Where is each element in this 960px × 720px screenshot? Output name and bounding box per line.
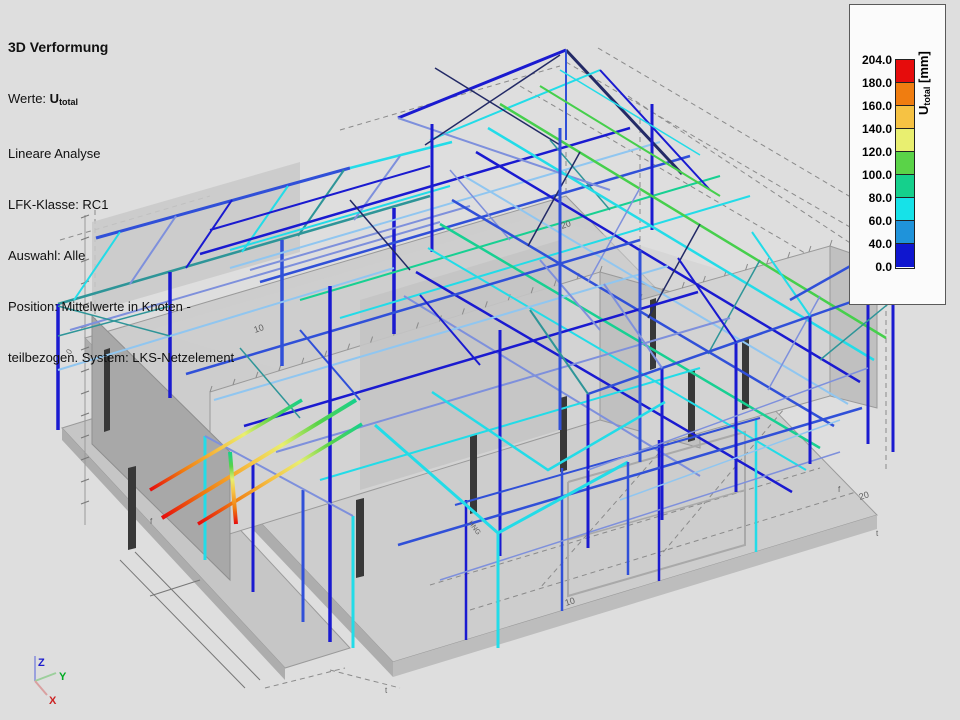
- svg-text:t: t: [876, 529, 879, 538]
- legend-tick: 160.0: [852, 99, 892, 113]
- color-scale-legend: Utotal [mm] 204.0 180.0 160.0 140.0 120.0 100…: [849, 4, 946, 305]
- legend-tick: 120.0: [852, 145, 892, 159]
- legend-tick: 140.0: [852, 122, 892, 136]
- legend-tick: 100.0: [852, 168, 892, 182]
- legend-tick: 0.0: [852, 260, 892, 274]
- result-selection-line: Auswahl: Alle: [8, 247, 234, 264]
- orientation-axes: Z YX: [35, 656, 67, 707]
- legend-color-cell: [896, 198, 914, 221]
- legend-color-cell: [896, 83, 914, 106]
- legend-color-cell: [896, 221, 914, 244]
- legend-color-cell: [896, 175, 914, 198]
- legend-color-cell: [896, 106, 914, 129]
- legend-color-bar: [895, 59, 915, 269]
- result-class-line: LFK-Klasse: RC1: [8, 196, 234, 213]
- result-analysis-line: Lineare Analyse: [8, 145, 234, 162]
- result-title: 3D Verformung: [8, 39, 234, 56]
- result-position-line2: teilbezogen. System: LKS-Netzelement: [8, 349, 234, 366]
- legend-color-cell: [896, 60, 914, 83]
- legend-color-cell: [896, 152, 914, 175]
- legend-title: Utotal [mm]: [916, 19, 932, 115]
- legend-tick: 204.0: [852, 53, 892, 67]
- result-values-line: Werte: Utotal: [8, 90, 234, 111]
- legend-color-cell: [896, 129, 914, 152]
- svg-text:Y: Y: [59, 671, 67, 683]
- legend-tick: 40.0: [852, 237, 892, 251]
- svg-text:Z: Z: [38, 657, 45, 669]
- svg-text:X: X: [49, 695, 57, 707]
- legend-color-cell: [896, 244, 914, 267]
- svg-text:20: 20: [858, 489, 871, 501]
- result-position-line1: Position: Mittelwerte in Knoten -: [8, 298, 234, 315]
- legend-tick: 180.0: [852, 76, 892, 90]
- result-info-panel: 3D Verformung Werte: Utotal Lineare Anal…: [8, 5, 234, 383]
- legend-tick: 60.0: [852, 214, 892, 228]
- legend-tick: 80.0: [852, 191, 892, 205]
- svg-text:t: t: [385, 686, 388, 695]
